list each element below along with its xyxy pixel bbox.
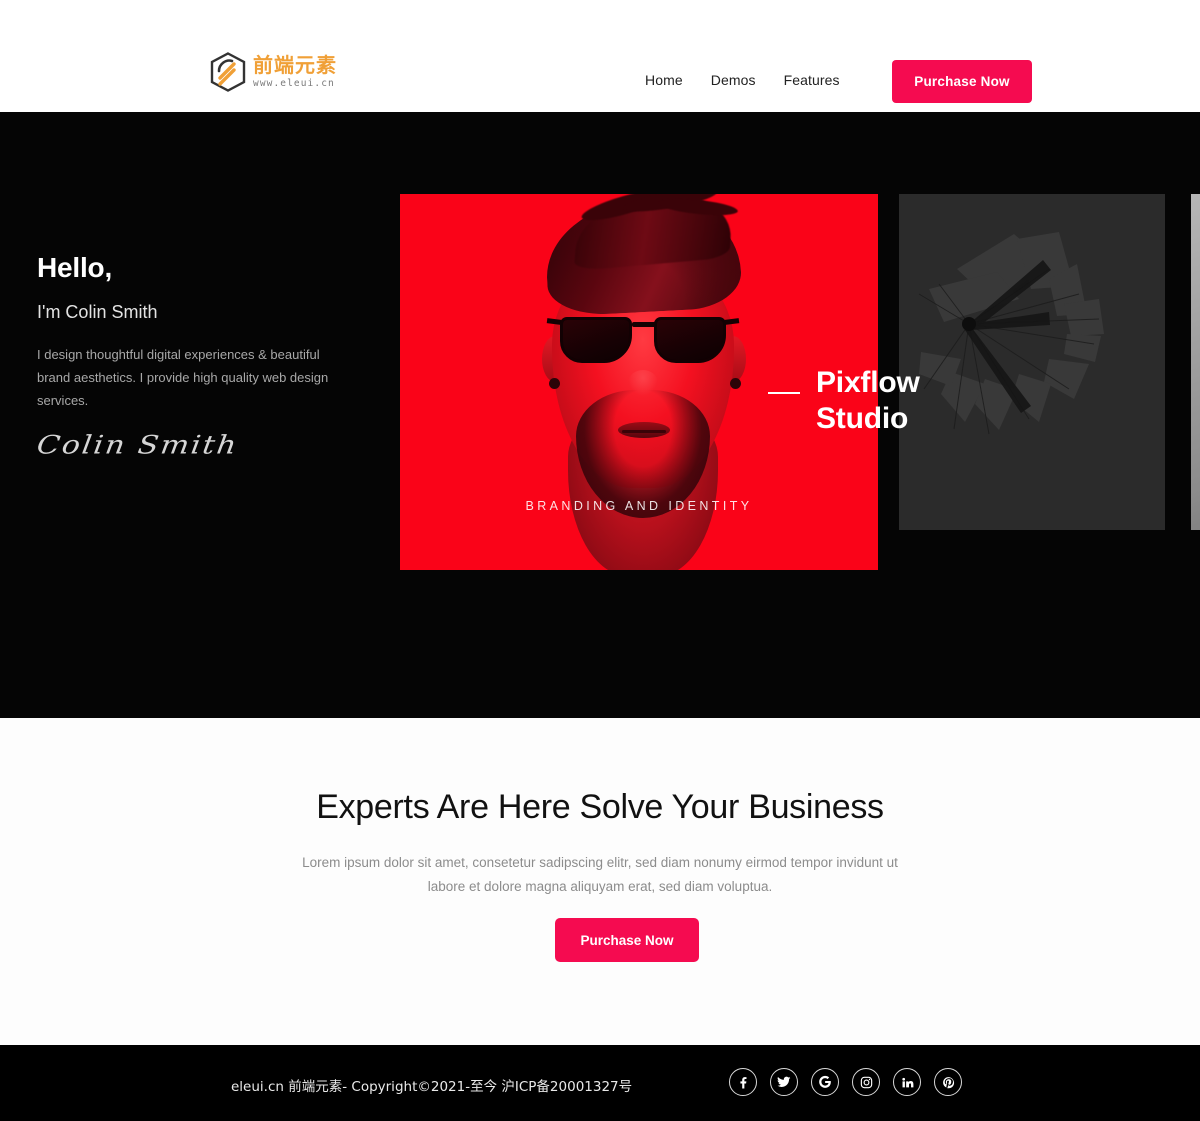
twitter-icon[interactable] — [770, 1068, 798, 1096]
logo-url-text: www.eleui.cn — [253, 78, 335, 89]
hero-greeting: Hello, — [37, 252, 113, 283]
linkedin-icon[interactable] — [893, 1068, 921, 1096]
sunglasses-icon — [546, 312, 740, 368]
pinterest-icon[interactable] — [934, 1068, 962, 1096]
hero-name: I'm Colin Smith — [37, 302, 158, 322]
dash-icon — [768, 392, 800, 394]
slide-dark-burst[interactable] — [899, 194, 1165, 530]
hero-signature: Colin Smith — [34, 430, 241, 461]
cta-subtitle: Lorem ipsum dolor sit amet, consetetur s… — [302, 855, 898, 894]
hero-section: Hello, I'm Colin Smith I design thoughtf… — [0, 112, 1200, 718]
site-header: 前端元素 www.eleui.cn Home Demos Features Pu… — [0, 0, 1200, 112]
cta-section: Experts Are Here Solve Your Business Lor… — [0, 718, 1200, 1045]
hexagon-logo-icon — [210, 52, 246, 92]
google-icon[interactable] — [811, 1068, 839, 1096]
nav-item-home[interactable]: Home — [645, 72, 683, 88]
site-logo[interactable]: 前端元素 www.eleui.cn — [210, 52, 337, 92]
site-footer: eleui.cn 前端元素- Copyright©2021-至今 沪ICP备20… — [0, 1045, 1200, 1121]
logo-chinese-text: 前端元素 — [253, 53, 337, 77]
hero-intro-block: Hello, I'm Colin Smith I design thoughtf… — [34, 251, 357, 463]
hero-description: I design thoughtful digital experiences … — [37, 347, 329, 408]
social-links — [729, 1068, 962, 1096]
main-navigation: Home Demos Features — [645, 72, 840, 88]
header-purchase-now-button[interactable]: Purchase Now — [892, 60, 1032, 103]
cta-purchase-now-button[interactable]: Purchase Now — [555, 918, 699, 962]
cta-title: Experts Are Here Solve Your Business — [316, 788, 884, 826]
nav-item-features[interactable]: Features — [784, 72, 840, 88]
burst-artwork — [899, 194, 1165, 530]
slider-title-text: Pixflow Studio — [816, 366, 920, 435]
slide-caption: BRANDING AND IDENTITY — [525, 499, 753, 513]
footer-copyright: eleui.cn 前端元素- Copyright©2021-至今 沪ICP备20… — [231, 1079, 633, 1095]
slider-overlay-title: Pixflow Studio — [768, 365, 920, 437]
slide-gray-partial[interactable] — [1191, 194, 1200, 530]
nav-item-demos[interactable]: Demos — [711, 72, 756, 88]
facebook-icon[interactable] — [729, 1068, 757, 1096]
instagram-icon[interactable] — [852, 1068, 880, 1096]
